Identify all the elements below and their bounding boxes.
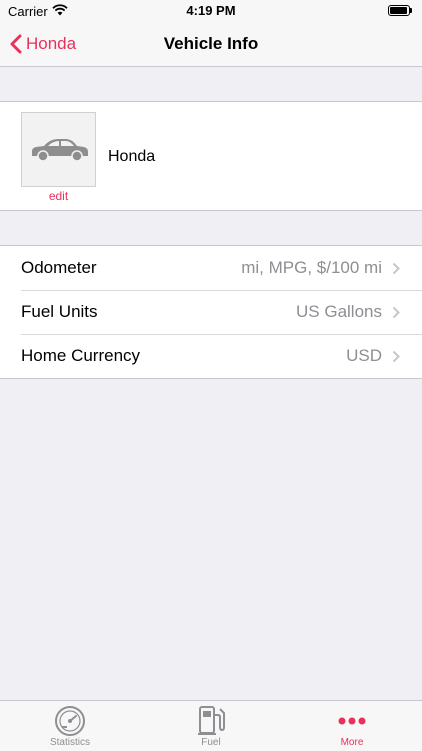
chevron-right-icon (392, 350, 400, 363)
home-currency-value: USD (346, 346, 382, 365)
odometer-row[interactable]: Odometer mi, MPG, $/100 mi (0, 246, 422, 290)
fuel-units-value: US Gallons (296, 302, 382, 321)
vehicle-photo[interactable] (21, 112, 96, 187)
navigation-bar: Honda Vehicle Info (0, 22, 422, 67)
car-icon (31, 138, 88, 162)
chevron-right-icon (392, 306, 400, 319)
odometer-value: mi, MPG, $/100 mi (241, 258, 382, 277)
fuel-units-label: Fuel Units (21, 302, 98, 321)
page-title: Vehicle Info (163, 34, 259, 53)
gauge-icon (55, 706, 85, 736)
tab-more[interactable]: More (282, 701, 422, 751)
tab-more-label: More (340, 737, 364, 748)
vehicle-card: edit Honda (0, 101, 422, 211)
tab-statistics-label: Statistics (49, 737, 90, 748)
battery-icon (388, 5, 412, 16)
home-currency-row[interactable]: Home Currency USD (0, 334, 422, 378)
fuel-pump-icon (198, 706, 225, 735)
status-bar: Carrier 4:19 PM (0, 0, 422, 22)
odometer-label: Odometer (21, 258, 97, 277)
status-time: 4:19 PM (186, 3, 236, 18)
tab-fuel[interactable]: Fuel (141, 701, 281, 751)
fuel-units-row[interactable]: Fuel Units US Gallons (0, 290, 422, 334)
chevron-right-icon (392, 262, 400, 275)
settings-list: Odometer mi, MPG, $/100 mi Fuel Units US… (0, 245, 422, 379)
home-currency-label: Home Currency (21, 346, 141, 365)
tab-statistics[interactable]: Statistics (0, 701, 140, 751)
tab-fuel-label: Fuel (201, 737, 221, 748)
vehicle-name: Honda (108, 148, 156, 165)
tab-bar: Statistics Fuel More (0, 700, 422, 751)
edit-photo-link[interactable]: edit (21, 189, 96, 203)
more-dots-icon (338, 717, 366, 725)
